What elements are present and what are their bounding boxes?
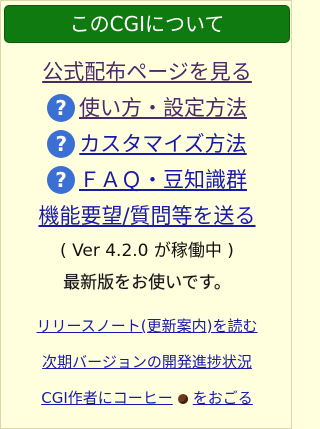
official-page-row: 公式配布ページを見る bbox=[1, 58, 293, 86]
usage-row: ? 使い方・設定方法 bbox=[1, 94, 293, 122]
faq-link[interactable]: ＦＡＱ・豆知識群 bbox=[79, 166, 247, 194]
release-notes-row: リリースノート(更新案内)を読む bbox=[1, 315, 293, 337]
release-notes-link[interactable]: リリースノート(更新案内)を読む bbox=[37, 317, 258, 335]
usage-link[interactable]: 使い方・設定方法 bbox=[79, 94, 247, 122]
customize-row: ? カスタマイズ方法 bbox=[1, 130, 293, 158]
help-icon: ? bbox=[47, 94, 75, 122]
version-status: 最新版をお使いです。 bbox=[63, 273, 231, 293]
official-page-link[interactable]: 公式配布ページを見る bbox=[42, 60, 252, 84]
panel-title: このCGIについて bbox=[69, 12, 225, 36]
help-icon: ? bbox=[47, 166, 75, 194]
feature-request-link[interactable]: 機能要望/質問等を送る bbox=[38, 204, 255, 228]
request-row: 機能要望/質問等を送る bbox=[1, 202, 293, 230]
coffee-bean-icon bbox=[177, 394, 188, 404]
panel-header: このCGIについて bbox=[4, 5, 290, 43]
about-cgi-panel: このCGIについて 公式配布ページを見る ? 使い方・設定方法 ? カスタマイズ… bbox=[0, 0, 292, 429]
help-icon: ? bbox=[47, 130, 76, 158]
version-text: ( Ver 4.2.0 が稼働中 ) bbox=[60, 241, 234, 261]
coffee-link-text-before: CGI作者にコーヒー bbox=[41, 389, 173, 407]
customize-link[interactable]: カスタマイズ方法 bbox=[79, 130, 246, 158]
buy-coffee-link[interactable]: CGI作者にコーヒー をおごる bbox=[41, 389, 253, 407]
dev-progress-link[interactable]: 次期バージョンの開発進捗状況 bbox=[42, 353, 252, 371]
progress-row: 次期バージョンの開発進捗状況 bbox=[1, 351, 293, 373]
coffee-row: CGI作者にコーヒー をおごる bbox=[1, 387, 293, 409]
faq-row: ? ＦＡＱ・豆知識群 bbox=[1, 166, 293, 194]
coffee-link-text-after: をおごる bbox=[192, 389, 253, 407]
